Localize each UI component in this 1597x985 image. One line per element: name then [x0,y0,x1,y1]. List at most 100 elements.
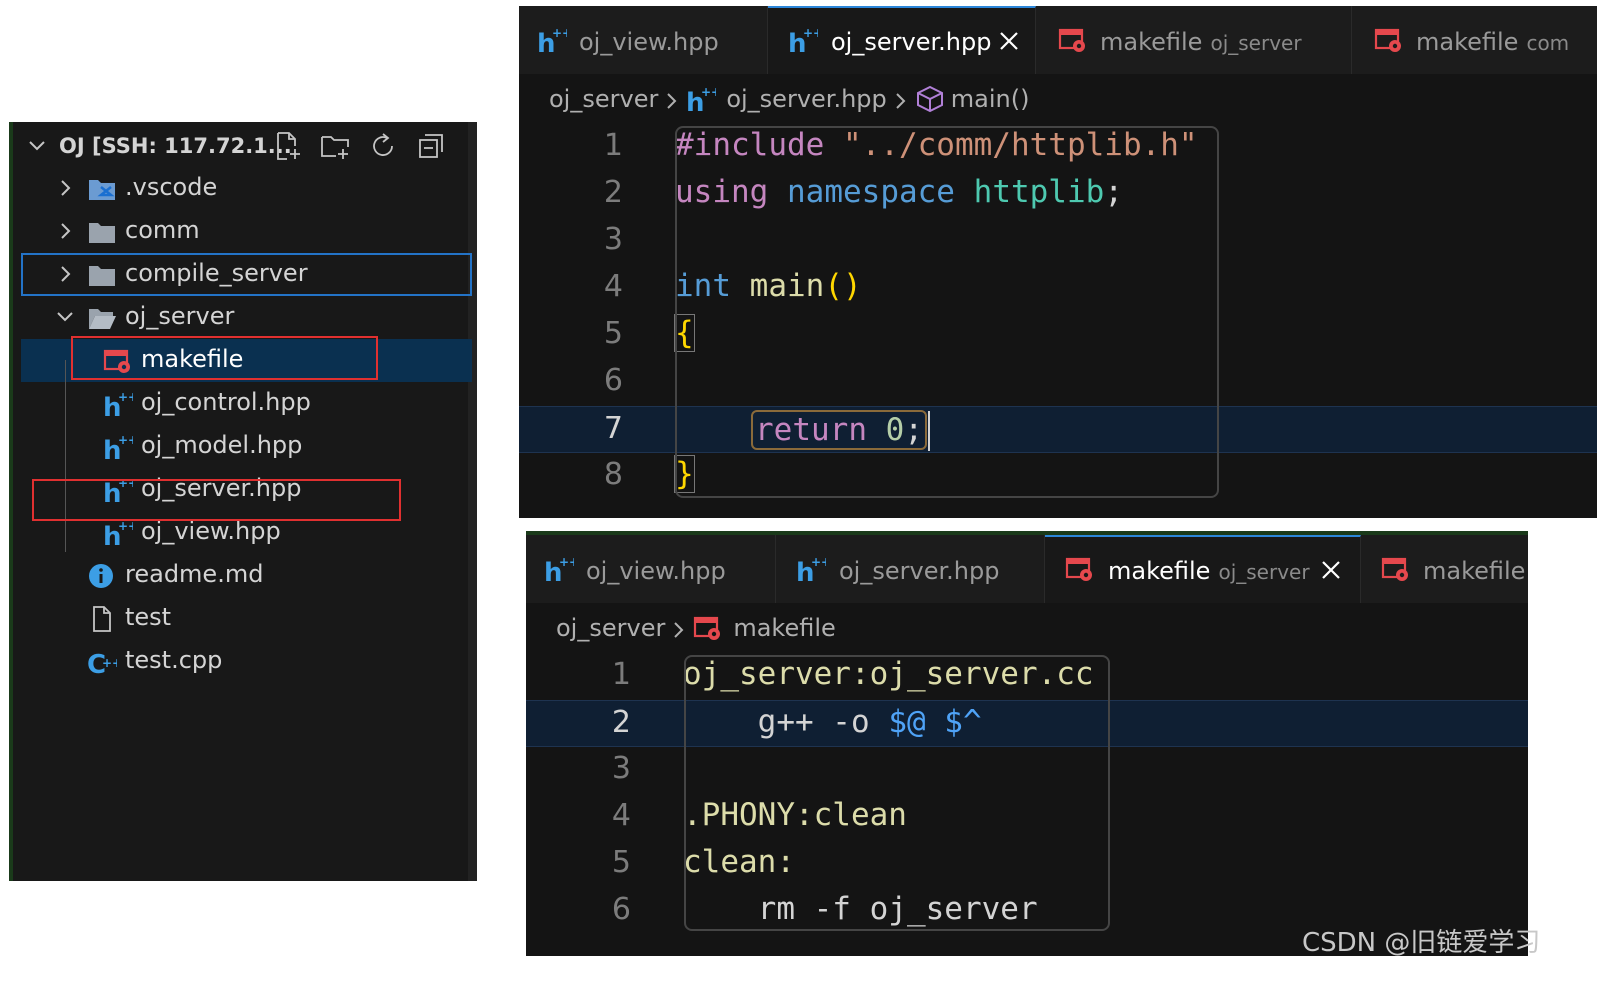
tree-item-test-cpp[interactable]: C++ test.cpp [21,640,472,683]
tab-label: makefile [1423,557,1526,585]
tab-oj-view-hpp[interactable]: h++ oj_view.hpp [526,535,776,603]
hpp-file-icon: h++ [103,433,138,466]
tree-item-label: readme.md [125,560,264,588]
watermark: CSDN @旧链爱学习 [1302,928,1541,958]
chevron-right-icon[interactable] [55,264,75,284]
hpp-file-icon: h++ [103,519,138,552]
tree-item-label: test.cpp [125,646,223,674]
tab-label: oj_server.hpp [831,28,992,56]
makefile-icon [1058,26,1088,54]
tab-makefile-comm[interactable]: makefile com [1352,6,1597,74]
line-number: 4 [611,798,631,833]
tree-item-readme[interactable]: readme.md [21,554,472,597]
makefile-icon [693,614,723,642]
tab-oj-server-hpp[interactable]: h++ oj_server.hpp [776,535,1045,603]
close-icon[interactable] [996,28,1022,54]
chevron-right-icon[interactable] [55,221,75,241]
vscode-folder-icon [87,175,117,203]
tab-makefile-oj-server[interactable]: makefile oj_server [1036,6,1352,74]
tree-item-vscode[interactable]: .vscode [21,167,472,210]
line-number: 4 [603,269,623,304]
makefile-icon [1065,555,1095,583]
line-number: 5 [603,316,623,351]
explorer-actions [271,130,449,162]
tree-item-label: test [125,603,172,631]
chevron-down-icon[interactable] [55,307,75,327]
folder-icon [87,261,117,289]
svg-text:++: ++ [552,26,567,40]
breadcrumb-folder[interactable]: oj_server [549,85,658,113]
hpp-file-icon: h++ [686,85,721,118]
tree-item-oj-control[interactable]: h++ oj_control.hpp [21,382,472,425]
close-icon[interactable] [1318,557,1344,583]
breadcrumb-file[interactable]: oj_server.hpp [726,85,886,113]
tab-label: oj_view.hpp [586,557,726,585]
tab-description: oj_server [1210,31,1302,55]
tab-label: makefile oj_server [1108,557,1310,585]
breadcrumb-file[interactable]: makefile [733,614,835,642]
info-icon [87,562,117,590]
highlight-makefile-box [71,336,378,380]
hpp-file-icon: h++ [796,555,831,588]
tree-item-label: oj_control.hpp [141,388,311,416]
tab-label: oj_view.hpp [579,28,719,56]
chevron-down-icon[interactable] [27,136,47,156]
tab-makefile-oj-server[interactable]: makefile oj_server [1045,535,1361,603]
editor-makefile: h++ oj_view.hpp h++ oj_server.hpp makefi… [526,531,1528,956]
breadcrumb: oj_server h++ oj_server.hpp main() [519,74,1597,124]
tab-bar: h++ oj_view.hpp h++ oj_server.hpp makefi… [526,535,1528,603]
makefile-icon [1374,26,1404,54]
tree-item-comm[interactable]: comm [21,210,472,253]
code-area[interactable]: 1 oj_server:oj_server.cc 2 g++ -o $@ $^ … [526,653,1528,953]
tab-label: makefile com [1416,28,1570,56]
tree-item-label: .vscode [125,173,218,201]
line-number: 7 [603,411,623,446]
tree-item-label: oj_view.hpp [141,517,281,545]
tree-item-test[interactable]: test [21,597,472,640]
explorer-title: OJ [SSH: 117.72.1... [59,134,292,158]
svg-text:++: ++ [811,555,826,569]
code-area[interactable]: 1 #include "../comm/httplib.h" 2 using n… [519,124,1597,518]
line-number: 2 [603,175,623,210]
svg-text:++: ++ [102,656,117,670]
new-file-icon[interactable] [271,130,305,162]
chevron-right-icon[interactable] [55,178,75,198]
refresh-icon[interactable] [367,130,401,162]
line-number: 6 [611,892,631,927]
folder-open-icon [87,304,117,332]
sticky-scope-outline [684,655,1110,931]
tree-item-label: compile_server [125,259,308,287]
tab-label: oj_server.hpp [839,557,1000,585]
indent-guide [65,360,66,552]
chevron-right-icon [893,89,909,109]
tab-oj-server-hpp[interactable]: h++ oj_server.hpp [768,6,1036,74]
tab-description: oj_server [1218,560,1310,584]
tab-bar: h++ oj_view.hpp h++ oj_server.hpp makefi… [519,6,1597,74]
cube-symbol-icon [915,85,943,113]
cpp-file-icon: C++ [87,648,122,680]
tree-item-oj-model[interactable]: h++ oj_model.hpp [21,425,472,468]
tab-oj-view-hpp[interactable]: h++ oj_view.hpp [519,6,768,74]
svg-text:++: ++ [559,555,574,569]
collapse-all-icon[interactable] [415,130,449,162]
breadcrumb-symbol[interactable]: main() [951,85,1030,113]
line-number: 1 [611,657,631,692]
explorer-header[interactable]: OJ [SSH: 117.72.1... [13,122,472,170]
new-folder-icon[interactable] [319,130,353,162]
sticky-scope-outline [675,126,1219,498]
editor-oj-server-hpp: h++ oj_view.hpp h++ oj_server.hpp makefi… [519,6,1597,518]
chevron-right-icon [671,618,687,638]
hpp-file-icon: h++ [537,26,572,59]
tree-item-oj-server[interactable]: oj_server [21,296,472,339]
tree-item-compile-server[interactable]: compile_server [21,253,472,296]
makefile-icon [1381,555,1411,583]
tree-item-label: comm [125,216,200,244]
svg-text:++: ++ [118,390,133,404]
svg-text:++: ++ [118,519,133,533]
tab-makefile[interactable]: makefile [1361,535,1528,603]
folder-icon [87,218,117,246]
breadcrumb: oj_server makefile [526,603,1528,653]
tree-item-label: oj_model.hpp [141,431,303,459]
line-number: 3 [611,751,631,786]
breadcrumb-folder[interactable]: oj_server [556,614,665,642]
